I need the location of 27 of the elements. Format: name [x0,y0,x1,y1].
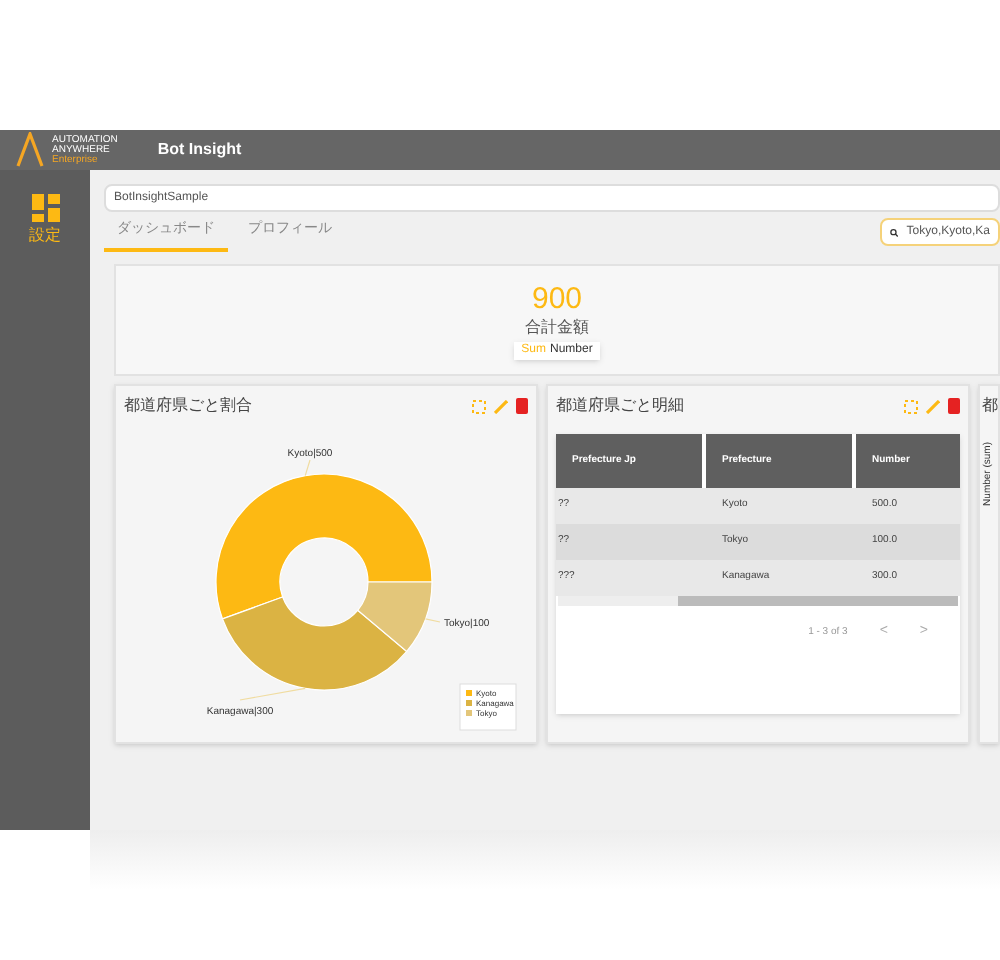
summary-label: 合計金額 [525,315,589,337]
donut-slice[interactable] [215,473,433,620]
donut-slice[interactable] [357,581,433,652]
donut-slice[interactable] [221,596,408,691]
card-title: 都道府県ごと割合 [124,394,252,418]
chart-legend [459,683,517,731]
leader-line [424,618,441,623]
pencil-icon[interactable] [494,399,508,413]
legend-swatch [466,710,472,716]
card-title: 都道府県ごと明細 [556,394,684,418]
dashboard-icon [31,194,59,222]
legend-swatch [466,700,472,706]
card-title: 都 [982,394,998,418]
trash-icon[interactable] [516,398,528,414]
summary-value: 900 [531,281,583,315]
search-icon [890,225,899,239]
leader-line [239,687,306,701]
horizontal-scrollbar[interactable] [558,596,958,606]
legend-swatch [466,690,472,696]
leader-line [304,459,311,477]
expand-icon[interactable] [904,399,918,413]
pencil-icon[interactable] [926,399,940,413]
trash-icon[interactable] [948,398,960,414]
app-title: Bot Insight [157,138,242,162]
logo-icon [16,132,44,168]
expand-icon[interactable] [472,399,486,413]
sidebar-item[interactable]: 設定 [29,194,61,246]
